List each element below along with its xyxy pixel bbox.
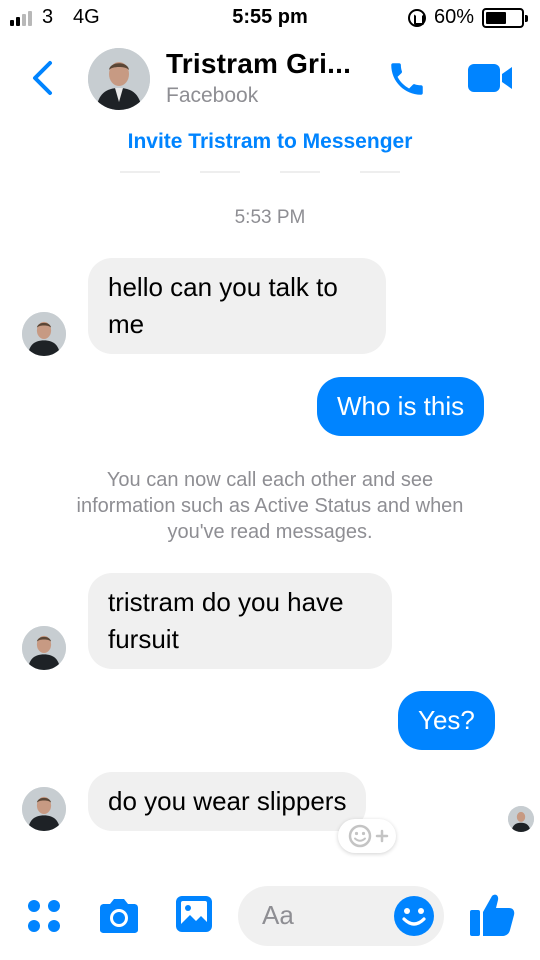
contact-name[interactable]: Tristram Gri... — [166, 48, 351, 80]
battery-icon — [482, 8, 528, 28]
add-reaction-button[interactable] — [338, 819, 396, 853]
incoming-message[interactable]: hello can you talk to me — [88, 258, 386, 354]
incoming-message[interactable]: do you wear slippers — [88, 772, 367, 831]
composer-bar: Aa — [0, 876, 540, 960]
info-line: you've read messages. — [167, 521, 373, 543]
seen-avatar — [508, 806, 534, 832]
info-line: information such as Active Status and wh… — [76, 495, 464, 517]
outgoing-message[interactable]: Yes? — [398, 691, 495, 750]
menu-dots-icon[interactable] — [24, 896, 64, 936]
info-line: You can now call each other and see — [106, 469, 434, 491]
contact-avatar[interactable] — [88, 48, 150, 110]
orientation-lock-icon — [408, 9, 426, 27]
emoji-icon[interactable] — [392, 894, 436, 938]
sender-avatar[interactable] — [22, 626, 66, 670]
outgoing-message[interactable]: Who is this — [317, 377, 485, 436]
message-input-placeholder: Aa — [262, 900, 294, 930]
thumbs-up-icon[interactable] — [468, 890, 516, 938]
sender-avatar[interactable] — [22, 312, 66, 356]
camera-icon[interactable] — [96, 896, 142, 936]
video-camera-icon[interactable] — [466, 60, 514, 96]
message-timestamp: 5:53 PM — [234, 207, 306, 228]
contact-subtitle: Facebook — [166, 84, 259, 107]
header-divider — [120, 171, 420, 173]
phone-icon[interactable] — [386, 58, 428, 100]
incoming-message[interactable]: tristram do you have fursuit — [88, 573, 392, 669]
status-bar: 3 4G 5:55 pm 60% — [0, 0, 540, 36]
conversation-header: Tristram Gri... Facebook — [0, 36, 540, 122]
gallery-icon[interactable] — [174, 894, 214, 934]
back-icon[interactable] — [28, 60, 58, 96]
battery-percent: 60% — [434, 6, 475, 28]
sender-avatar[interactable] — [22, 787, 66, 831]
invite-link[interactable]: Invite Tristram to Messenger — [0, 130, 540, 154]
add-reaction-icon — [348, 824, 389, 848]
